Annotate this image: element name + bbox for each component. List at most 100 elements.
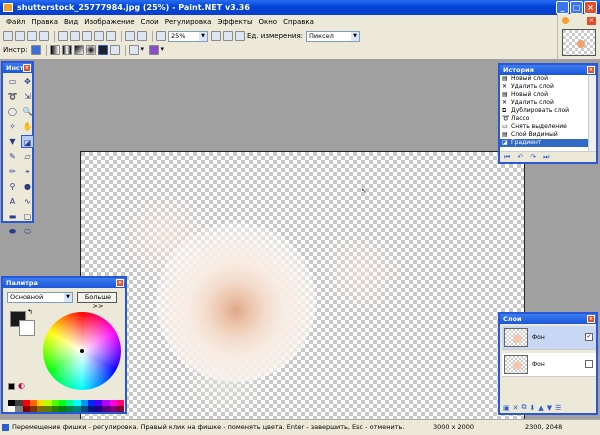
text-icon[interactable]: A	[6, 195, 19, 208]
history-item[interactable]: ▤ Новый слой	[500, 91, 596, 99]
history-item[interactable]: ➰ Лассо	[500, 115, 596, 123]
paint-bucket-icon[interactable]: ▼	[6, 135, 19, 148]
color-swatch[interactable]	[102, 406, 110, 412]
zoom-out-icon[interactable]	[156, 31, 166, 41]
close-icon[interactable]: ×	[587, 315, 595, 323]
history-item[interactable]: ▭ Снять выделение	[500, 123, 596, 131]
history-scrollbar[interactable]	[588, 75, 596, 153]
menu-item[interactable]: Изображение	[84, 15, 134, 29]
zoom-icon[interactable]: 🔍	[21, 105, 34, 118]
select-rect-icon[interactable]: ▭	[6, 75, 19, 88]
rulers-icon[interactable]	[235, 31, 245, 41]
color-swatches[interactable]	[8, 400, 124, 412]
linear-gradient-icon[interactable]	[49, 45, 60, 55]
save-icon[interactable]	[27, 31, 37, 41]
merge-layer-icon[interactable]: ⬇	[530, 404, 536, 412]
menu-item[interactable]: Вид	[64, 15, 78, 29]
cut-icon[interactable]	[58, 31, 68, 41]
history-item[interactable]: ▤ Новый слой	[500, 75, 596, 83]
secondary-color-swatch[interactable]	[19, 320, 35, 336]
new-icon[interactable]	[3, 31, 13, 41]
add-layer-icon[interactable]: ▣	[503, 404, 510, 412]
palette-menu-icon[interactable]: ◐	[18, 381, 25, 390]
color-swatch[interactable]	[29, 406, 37, 412]
open-icon[interactable]	[15, 31, 25, 41]
layer-visibility-checkbox[interactable]	[585, 360, 593, 368]
color-swatch[interactable]	[95, 406, 103, 412]
move-down-icon[interactable]: ▼	[547, 404, 552, 412]
color-swatch[interactable]	[58, 406, 66, 412]
undo-icon[interactable]	[125, 31, 135, 41]
freeform-shape-icon[interactable]: ⬭	[21, 225, 34, 238]
color-swatch[interactable]	[8, 406, 16, 412]
menu-item[interactable]: Файл	[6, 15, 25, 29]
pan-icon[interactable]: ✋	[21, 120, 34, 133]
color-swatch[interactable]	[44, 406, 52, 412]
move-selection-icon[interactable]: ✥	[21, 75, 34, 88]
redo-icon[interactable]	[137, 31, 147, 41]
rounded-rectangle-icon[interactable]: ▢	[21, 210, 34, 223]
menu-item[interactable]: Эффекты	[217, 15, 252, 29]
history-item[interactable]: ◪ Градиент	[500, 139, 596, 147]
close-button[interactable]: ×	[584, 1, 597, 14]
color-picker-icon[interactable]: ⌖	[21, 165, 34, 178]
grid-icon[interactable]	[223, 31, 233, 41]
fast-forward-icon[interactable]: ⏭	[543, 153, 549, 162]
color-wheel[interactable]	[43, 312, 121, 390]
rewind-icon[interactable]: ⏮	[504, 153, 510, 162]
menu-item[interactable]: Слои	[141, 15, 159, 29]
layer-row[interactable]: Фон ✓	[502, 326, 596, 350]
color-swatch[interactable]	[109, 406, 117, 412]
ellipse-select-icon[interactable]: ◯	[6, 105, 19, 118]
swap-colors-icon[interactable]: ↰	[27, 308, 33, 316]
pencil-icon[interactable]: ✏	[6, 165, 19, 178]
antialias-dropdown-icon[interactable]: ▾	[141, 45, 147, 55]
gradient-icon[interactable]: ◪	[21, 135, 34, 148]
color-swatch[interactable]	[80, 406, 88, 412]
move-up-icon[interactable]: ▲	[538, 404, 543, 412]
paintbrush-icon[interactable]: ✎	[6, 150, 19, 163]
history-item[interactable]: ▤ Слой Видимый	[500, 131, 596, 139]
ellipse-icon[interactable]: ⬬	[6, 225, 19, 238]
recolor-icon[interactable]: ●	[21, 180, 34, 193]
image-canvas[interactable]	[80, 151, 525, 435]
color-swatch[interactable]	[73, 406, 81, 412]
copy-icon[interactable]	[70, 31, 80, 41]
color-swatch[interactable]	[37, 406, 45, 412]
radial-gradient-icon[interactable]	[85, 45, 96, 55]
lasso-icon[interactable]: ➰	[6, 90, 19, 103]
current-tool-icon[interactable]	[30, 45, 41, 55]
menu-item[interactable]: Справка	[283, 15, 314, 29]
menu-item[interactable]: Регулировка	[165, 15, 212, 29]
color-swatch[interactable]	[22, 406, 30, 412]
zoom-combo[interactable]: 25% ▼	[168, 30, 208, 42]
color-swatch[interactable]	[66, 406, 74, 412]
diamond-gradient-icon[interactable]	[73, 45, 84, 55]
clone-stamp-icon[interactable]: ⚲	[6, 180, 19, 193]
magic-wand-icon[interactable]: ✧	[6, 120, 19, 133]
close-icon[interactable]: ×	[116, 279, 124, 287]
color-swatch[interactable]	[87, 406, 95, 412]
blend-mode-icon[interactable]	[148, 45, 159, 55]
color-mode-select[interactable]: Основной ▼	[7, 292, 73, 303]
blend-dropdown-icon[interactable]: ▾	[161, 45, 167, 55]
layer-visibility-checkbox[interactable]: ✓	[585, 333, 593, 341]
color-swatch[interactable]	[15, 406, 23, 412]
menu-item[interactable]: Окно	[258, 15, 277, 29]
layer-row[interactable]: Фон	[502, 353, 596, 377]
units-combo[interactable]: Пиксел ▼	[306, 30, 361, 42]
layer-properties-icon[interactable]: ☰	[555, 404, 561, 412]
color-mode-icon[interactable]	[109, 45, 120, 55]
image-thumbnail[interactable]	[562, 29, 596, 56]
close-icon[interactable]: ×	[23, 64, 31, 72]
paste-icon[interactable]	[82, 31, 92, 41]
menu-item[interactable]: Правка	[31, 15, 58, 29]
zoom-in-icon[interactable]	[211, 31, 221, 41]
rectangle-icon[interactable]: ▬	[6, 210, 19, 223]
close-icon[interactable]: ×	[587, 66, 595, 74]
conical-gradient-icon[interactable]	[97, 45, 108, 55]
line-curve-icon[interactable]: ∿	[21, 195, 34, 208]
crop-icon[interactable]	[94, 31, 104, 41]
color-swatch[interactable]	[116, 406, 124, 412]
history-item[interactable]: ✕ Удалить слой	[500, 99, 596, 107]
